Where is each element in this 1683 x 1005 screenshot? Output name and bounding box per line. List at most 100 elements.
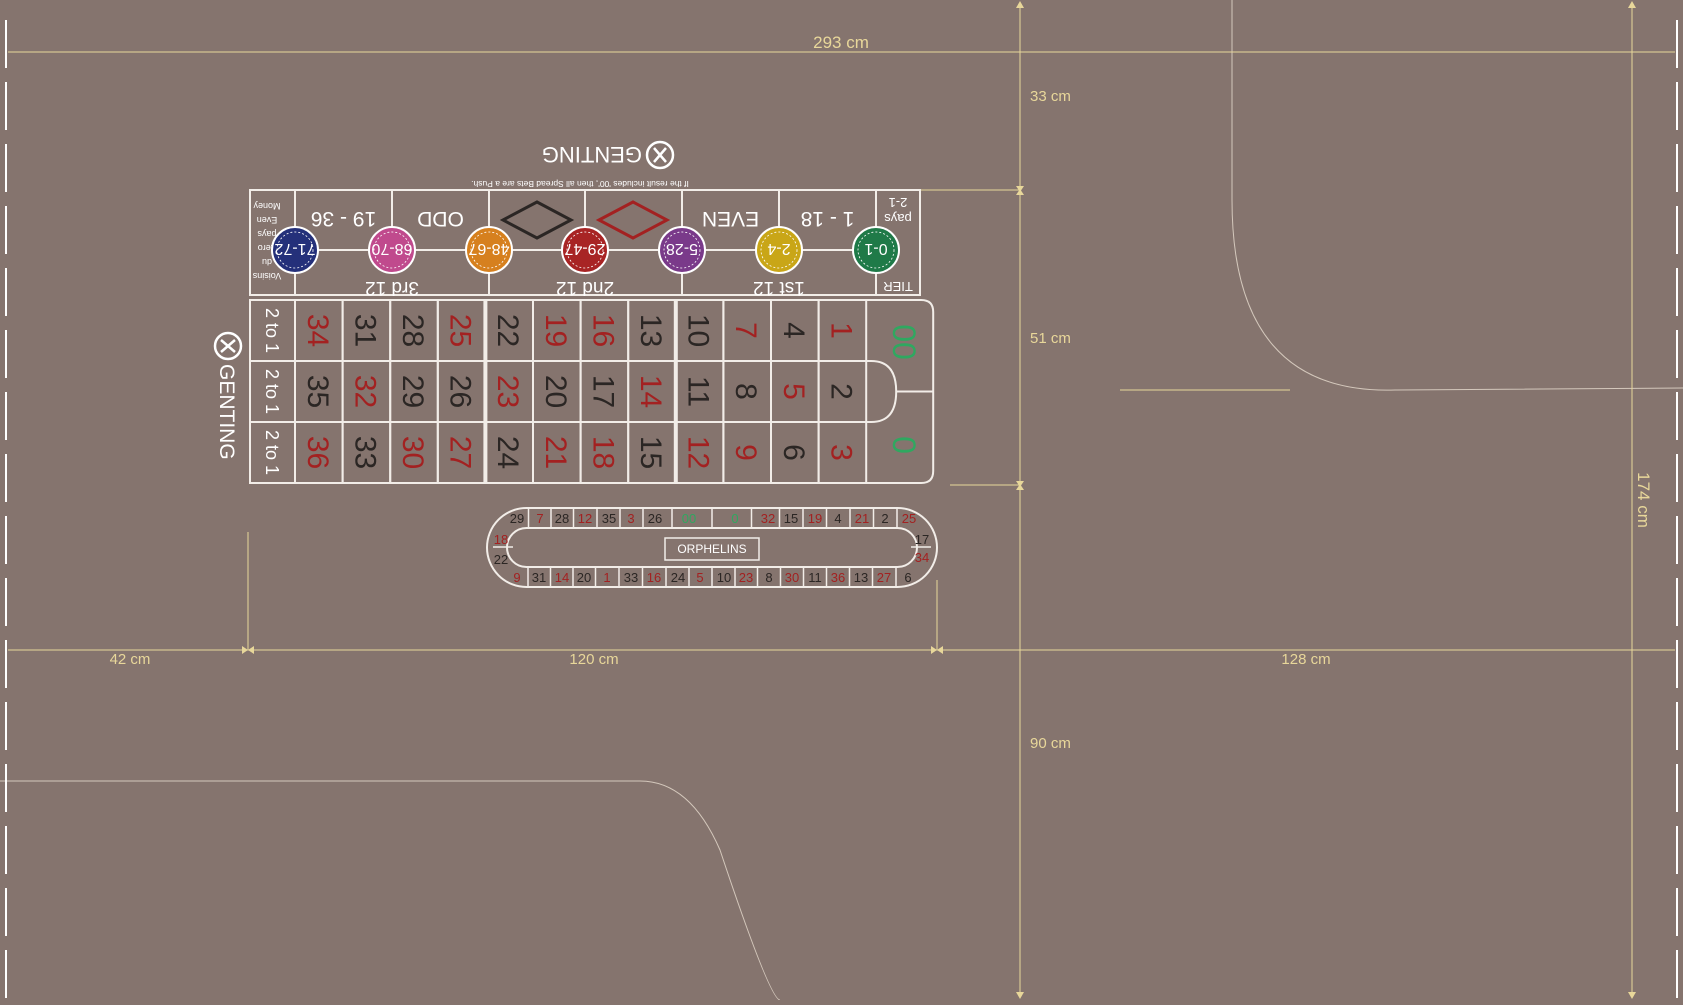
track-number: 16 [647, 570, 661, 585]
track-number: 30 [785, 570, 799, 585]
number-label: 19 [539, 314, 572, 347]
track-number: 8 [765, 570, 772, 585]
even-money-label: EVEN [702, 207, 759, 230]
spread-chip-label: 2-4 [767, 240, 790, 257]
number-label: 1 [824, 322, 857, 339]
dim-layout-height: 51 cm [1030, 330, 1071, 347]
track-number: 23 [739, 570, 753, 585]
zero-divider [866, 360, 934, 423]
genting-logo-icon [213, 331, 243, 361]
track-number: 22 [494, 552, 508, 567]
track-number: 13 [854, 570, 868, 585]
red-diamond [595, 200, 671, 240]
dim-layout-width: 120 cm [569, 651, 618, 668]
voisins-text: Voisins [252, 271, 281, 281]
number-label: 26 [444, 375, 477, 408]
dimension-arrows [242, 1, 1636, 999]
number-label: 16 [586, 314, 619, 347]
number-label: 21 [539, 436, 572, 469]
track-number: 31 [532, 570, 546, 585]
number-label: 4 [777, 322, 810, 339]
number-label: 28 [396, 314, 429, 347]
number-label: 15 [634, 436, 667, 469]
roulette-layout-drawing: 293 cm 33 cm 51 cm 90 cm 42 cm 120 cm 12… [0, 0, 1683, 1001]
voisins-text: du [262, 257, 272, 267]
even-money-label: 1 - 18 [801, 207, 855, 230]
spread-chip-label: 71-72 [274, 240, 315, 257]
spread-chip-label: 68-70 [371, 240, 412, 257]
dozen-label: 1st 12 [753, 277, 805, 298]
track-number: 36 [831, 570, 845, 585]
brand-left: GENTING [213, 331, 243, 460]
number-label: 8 [729, 383, 762, 400]
number-label: 32 [348, 375, 381, 408]
dim-right-margin: 128 cm [1281, 651, 1330, 668]
track-number: 9 [513, 570, 520, 585]
dim-height-total: 174 cm [1634, 472, 1653, 528]
track-number: 17 [915, 532, 929, 547]
track-number: 27 [877, 570, 891, 585]
spread-chip-label: 29-47 [564, 240, 605, 257]
table-edge-top-right [1231, 0, 1683, 391]
even-money-label: ODD [417, 207, 464, 230]
number-label: 7 [729, 322, 762, 339]
tier-label: TIER [883, 279, 913, 294]
number-label: 9 [729, 444, 762, 461]
track-number: 12 [578, 511, 592, 526]
column-bet-label: 2 to 1 [262, 308, 282, 353]
number-label: 23 [491, 375, 524, 408]
number-label: 25 [444, 314, 477, 347]
dimension-lines [8, 2, 1675, 998]
track-number: 35 [602, 511, 616, 526]
dim-width-total: 293 cm [813, 33, 869, 52]
track-number: 10 [717, 570, 731, 585]
number-label: 14 [634, 375, 667, 408]
track-number: 3 [627, 511, 634, 526]
track-number: 6 [904, 570, 911, 585]
brand-name-top: GENTING [542, 142, 642, 167]
table-edge-bottom-left [0, 780, 781, 1001]
number-label: 27 [444, 436, 477, 469]
track-number: 28 [555, 511, 569, 526]
pays-value: 2-1 [889, 195, 908, 210]
track-number: 4 [834, 511, 841, 526]
track-number: 25 [902, 511, 916, 526]
voisins-text: pays [257, 229, 277, 239]
number-label: 36 [301, 436, 334, 469]
track-number: 29 [510, 511, 524, 526]
track-number: 21 [855, 511, 869, 526]
track-number: 18 [494, 532, 508, 547]
number-label: 13 [634, 314, 667, 347]
number-label: 20 [539, 375, 572, 408]
number-label: 12 [682, 436, 715, 469]
brand-top: GENTING If the result includes '00', the… [471, 140, 689, 189]
layout-canvas: 293 cm 33 cm 51 cm 90 cm 42 cm 120 cm 12… [0, 0, 1683, 1001]
track-number: 14 [555, 570, 569, 585]
spread-chip-label: 5-28 [666, 240, 698, 257]
number-label: 6 [777, 444, 810, 461]
voisins-text: Money [253, 201, 281, 211]
number-label: 5 [777, 383, 810, 400]
voisins-text: Even [257, 215, 278, 225]
number-label: 31 [348, 314, 381, 347]
dozen-label: 2nd 12 [556, 277, 614, 298]
spread-chip-label: 48-67 [468, 240, 509, 257]
track-number: 26 [648, 511, 662, 526]
spread-chip-label: 0-1 [864, 240, 887, 257]
column-bet-label: 2 to 1 [262, 369, 282, 414]
column-bet-label: 2 to 1 [262, 430, 282, 475]
track-number: 24 [671, 570, 685, 585]
number-label: 17 [586, 375, 619, 408]
track-number: 0 [731, 511, 738, 526]
number-label: 24 [491, 436, 524, 469]
number-label: 29 [396, 375, 429, 408]
number-label: 33 [348, 436, 381, 469]
track-number: 34 [915, 550, 929, 565]
dim-top-margin: 33 cm [1030, 88, 1071, 105]
number-label: 22 [491, 314, 524, 347]
track-number: 32 [761, 511, 775, 526]
black-diamond [499, 200, 575, 240]
track-number: 11 [808, 570, 822, 585]
spread-bet-notice: If the result includes '00', then all Sp… [471, 179, 689, 189]
number-label: 3 [824, 444, 857, 461]
